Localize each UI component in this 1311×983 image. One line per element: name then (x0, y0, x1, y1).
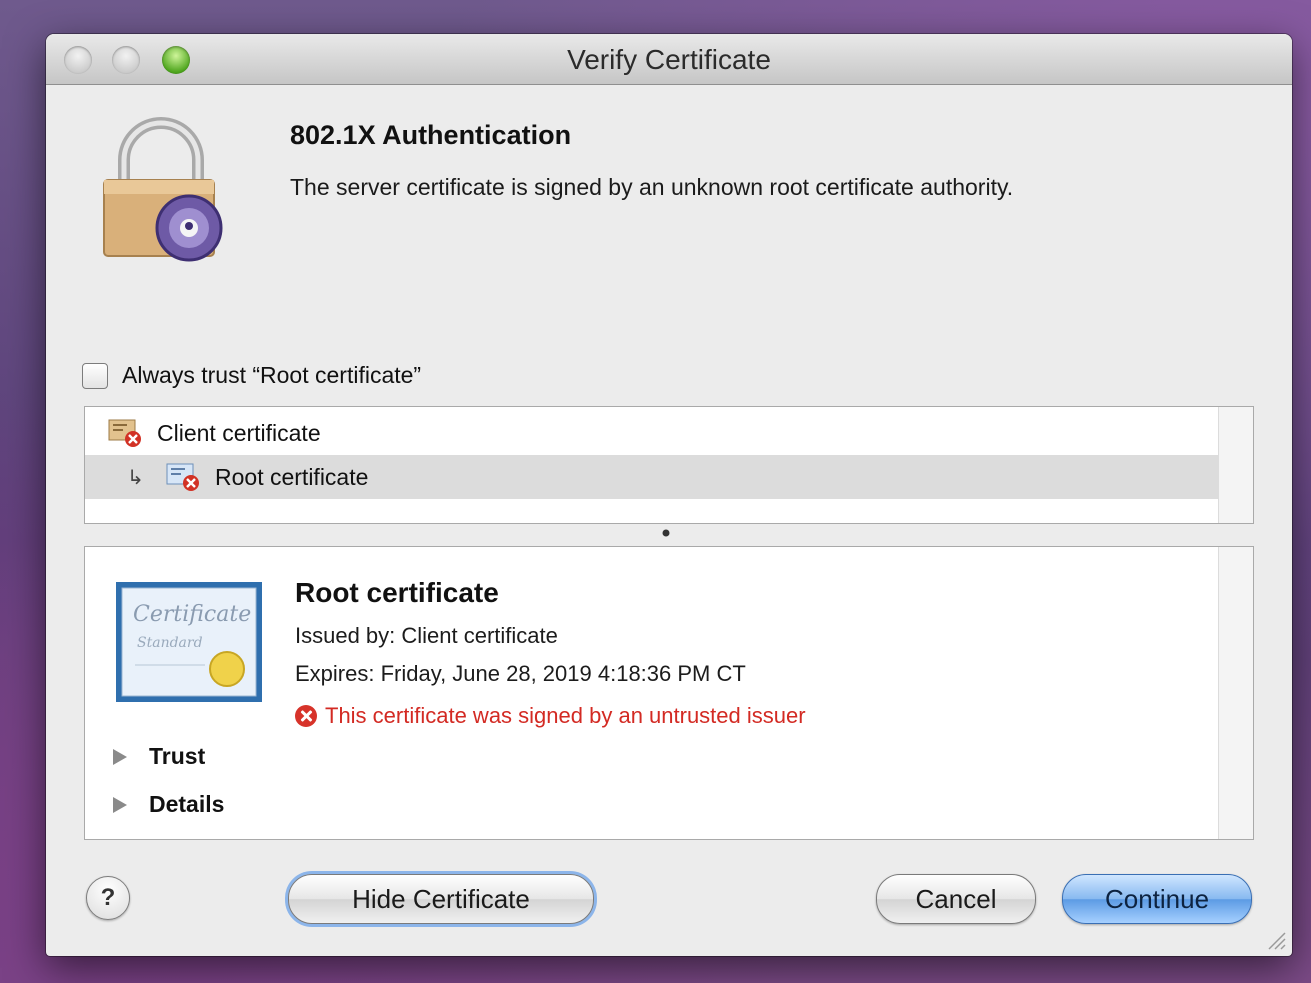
verify-certificate-dialog: Verify Certificate 802.1X Authentication… (46, 34, 1292, 956)
always-trust-checkbox[interactable] (82, 362, 108, 389)
untrusted-warning: This certificate was signed by an untrus… (295, 703, 806, 729)
always-trust-row[interactable]: Always trust “Root certificate” (82, 362, 421, 389)
resize-grip-icon[interactable] (1264, 928, 1286, 950)
untrusted-warning-text: This certificate was signed by an untrus… (325, 703, 806, 728)
certificate-error-icon (108, 419, 141, 447)
certificate-document-icon: Certificate Standard (116, 582, 262, 702)
window-title: Verify Certificate (567, 44, 771, 75)
help-button[interactable]: ? (86, 876, 130, 920)
certificate-issuer: Issued by: Client certificate (295, 623, 558, 648)
certificate-name: Root certificate (295, 577, 499, 608)
certificate-error-icon (166, 463, 199, 491)
tree-scrollbar[interactable] (1218, 407, 1253, 523)
tree-item-root-certificate[interactable]: ↳ Root certificate (85, 455, 1219, 499)
trust-disclosure[interactable]: Trust (113, 743, 205, 770)
always-trust-label[interactable]: Always trust “Root certificate” (122, 362, 421, 389)
trust-section-label[interactable]: Trust (149, 743, 205, 770)
tree-item-label: Root certificate (215, 463, 369, 490)
disclosure-triangle-icon[interactable] (113, 796, 127, 813)
child-arrow-icon: ↳ (127, 465, 144, 489)
detail-scrollbar[interactable] (1218, 547, 1253, 839)
dialog-heading: 802.1X Authentication (290, 120, 572, 150)
svg-text:Certificate: Certificate (133, 602, 251, 627)
details-section-label[interactable]: Details (149, 791, 224, 818)
tree-item-client-certificate[interactable]: Client certificate (85, 411, 1219, 455)
hide-certificate-button[interactable]: Hide Certificate (288, 874, 594, 924)
dialog-message: The server certificate is signed by an u… (290, 174, 1014, 200)
tree-item-label: Client certificate (157, 419, 321, 446)
disclosure-triangle-icon[interactable] (113, 748, 127, 765)
padlock-icon (103, 117, 223, 262)
certificate-detail-pane: Certificate Standard Root certificate Is… (84, 546, 1254, 840)
svg-text:Standard: Standard (137, 635, 203, 651)
title-bar[interactable]: Verify Certificate (46, 34, 1292, 85)
split-view-handle[interactable] (660, 528, 672, 538)
certificate-expiration: Expires: Friday, June 28, 2019 4:18:36 P… (295, 661, 746, 686)
details-disclosure[interactable]: Details (113, 791, 224, 818)
cancel-button[interactable]: Cancel (876, 874, 1036, 924)
error-icon (295, 705, 317, 727)
continue-button[interactable]: Continue (1062, 874, 1252, 924)
certificate-tree: Client certificate ↳ Root certificate (84, 406, 1254, 524)
